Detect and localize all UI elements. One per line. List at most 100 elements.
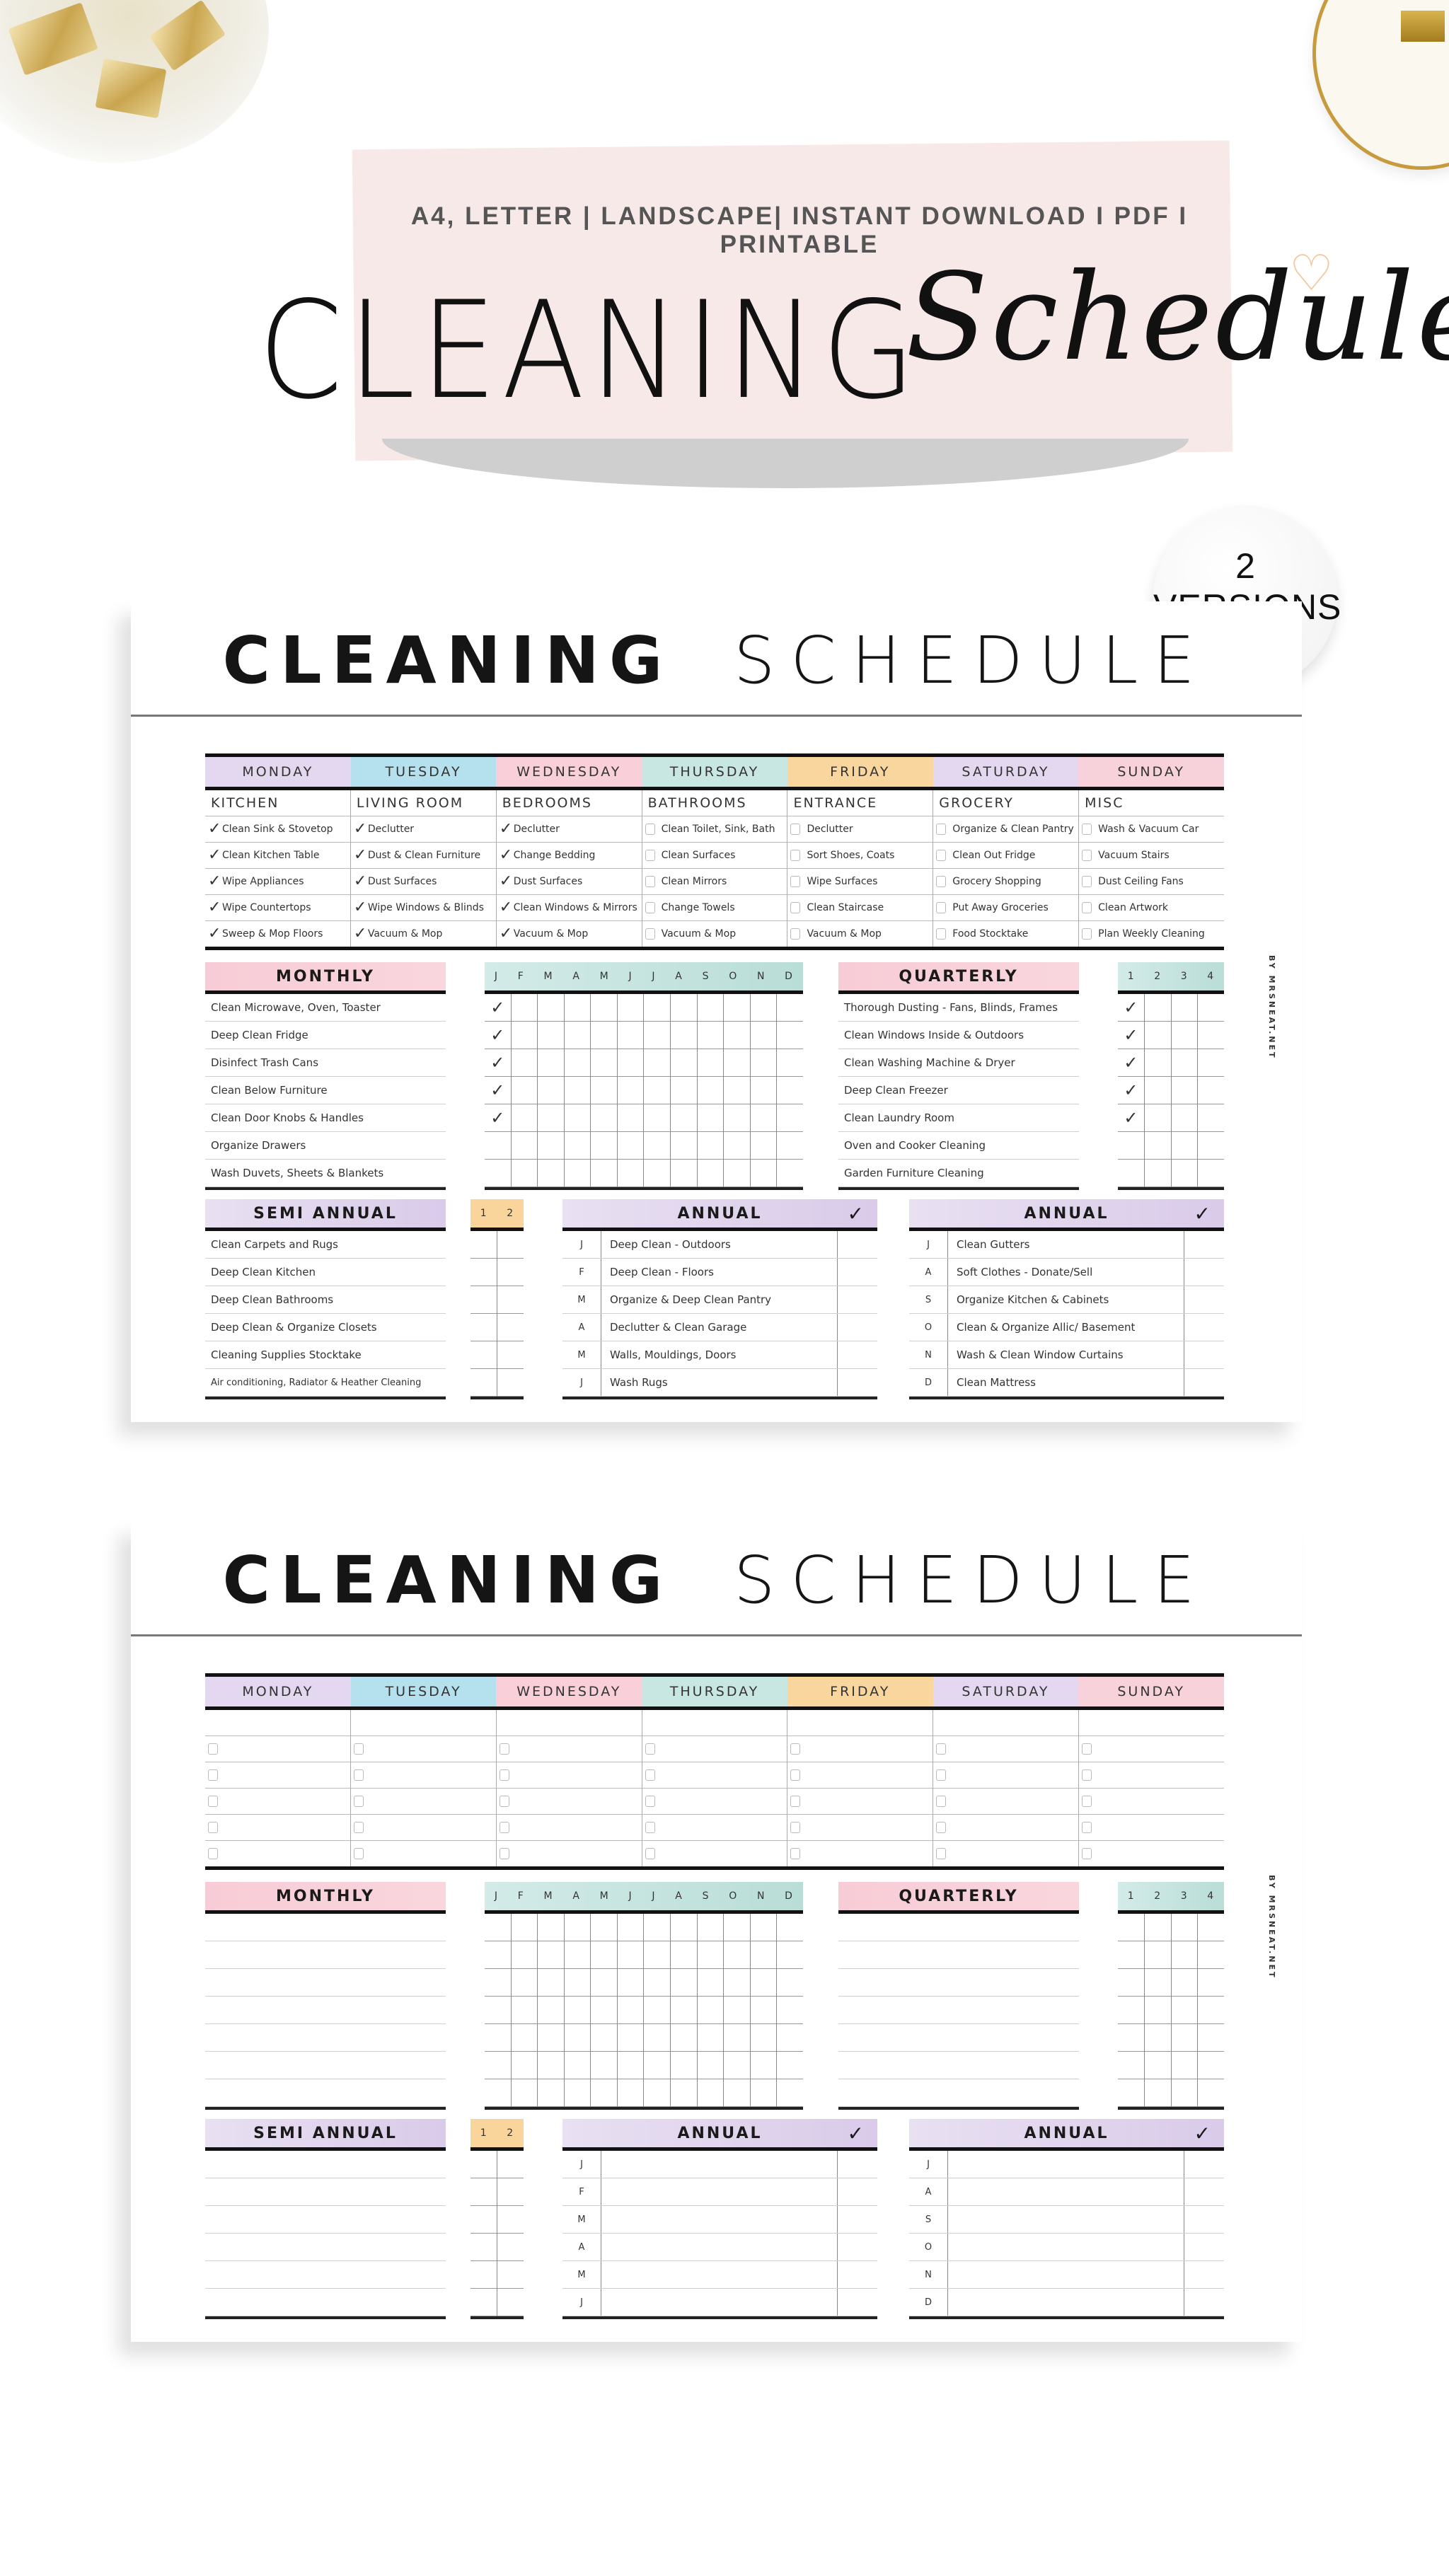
check-cell[interactable] (1144, 1997, 1171, 2024)
task-row[interactable] (933, 1762, 1079, 1789)
task-row[interactable]: Put Away Groceries (933, 895, 1079, 921)
check-cell[interactable] (671, 2024, 697, 2052)
annual-row[interactable]: J Wash Rugs (562, 1369, 877, 1397)
check-cell[interactable] (1184, 1314, 1224, 1341)
annual-row[interactable]: N Wash & Clean Window Curtains (909, 1341, 1224, 1369)
check-cell[interactable] (697, 1997, 724, 2024)
check-cell[interactable] (671, 1914, 697, 1941)
list-item[interactable]: Clean Below Furniture (205, 1077, 446, 1104)
task-row[interactable] (497, 1841, 642, 1866)
check-cell[interactable] (511, 1997, 538, 2024)
check-cell[interactable] (1198, 2024, 1224, 2052)
annual-row[interactable]: J Clean Gutters (909, 1231, 1224, 1259)
checkbox[interactable] (790, 876, 801, 887)
annual-row[interactable]: J (909, 2151, 1224, 2178)
check-cell[interactable] (564, 1969, 591, 1997)
annual-row[interactable]: J (562, 2151, 877, 2178)
check-cell[interactable] (471, 2178, 497, 2206)
task-row[interactable] (1079, 1841, 1224, 1866)
check-cell[interactable] (538, 1022, 564, 1049)
check-cell[interactable] (497, 2289, 524, 2316)
annual-row[interactable]: A Declutter & Clean Garage (562, 1314, 877, 1341)
check-cell[interactable] (1144, 1022, 1171, 1049)
checkmark-icon[interactable]: ✓ (354, 926, 366, 942)
check-cell[interactable] (471, 2261, 497, 2289)
list-item[interactable] (838, 1997, 1079, 2024)
check-cell[interactable] (1184, 1259, 1224, 1286)
checkbox[interactable] (936, 1848, 947, 1859)
checkbox[interactable] (936, 850, 947, 861)
check-cell[interactable] (671, 2052, 697, 2079)
task-row[interactable]: ✓ Clean Kitchen Table (205, 843, 350, 869)
checkbox[interactable] (936, 824, 947, 835)
check-cell[interactable] (511, 1104, 538, 1132)
check-cell[interactable] (617, 1022, 644, 1049)
check-cell[interactable] (538, 2079, 564, 2107)
check-cell[interactable] (697, 1160, 724, 1187)
check-cell[interactable] (538, 1941, 564, 1969)
check-cell[interactable] (471, 1369, 497, 1397)
annual-row[interactable]: M (562, 2261, 877, 2289)
task-row[interactable]: Vacuum & Mop (642, 921, 787, 947)
list-item[interactable]: Organize Drawers (205, 1132, 446, 1160)
task-row[interactable]: ✓ Change Bedding (496, 843, 642, 869)
check-cell[interactable] (471, 1259, 497, 1286)
check-cell[interactable] (591, 1022, 617, 1049)
check-cell[interactable] (497, 1231, 524, 1259)
annual-row[interactable]: O Clean & Organize Allic/ Basement (909, 1314, 1224, 1341)
check-cell[interactable] (838, 2261, 877, 2288)
check-cell[interactable] (511, 1969, 538, 1997)
checkbox[interactable] (645, 1796, 655, 1807)
check-cell[interactable] (617, 2052, 644, 2079)
check-cell[interactable] (538, 2052, 564, 2079)
checkmark-icon[interactable]: ✓ (500, 900, 512, 916)
check-cell[interactable] (750, 2024, 777, 2052)
check-cell[interactable] (750, 1941, 777, 1969)
checkbox[interactable] (208, 1769, 218, 1781)
check-cell[interactable] (777, 1997, 803, 2024)
checkbox[interactable] (936, 1822, 947, 1833)
task-row[interactable]: ✓ Dust Surfaces (350, 869, 496, 895)
check-cell[interactable] (617, 1077, 644, 1104)
list-item[interactable] (205, 2178, 446, 2206)
checkbox[interactable] (353, 1769, 364, 1781)
check-cell[interactable] (1144, 1132, 1171, 1160)
list-item[interactable] (205, 2024, 446, 2052)
check-cell[interactable] (697, 1077, 724, 1104)
checkbox[interactable] (208, 1796, 218, 1807)
check-cell[interactable] (511, 1160, 538, 1187)
check-cell[interactable] (564, 1160, 591, 1187)
task-row[interactable] (787, 1815, 933, 1841)
check-cell[interactable] (564, 2024, 591, 2052)
task-row[interactable] (351, 1841, 496, 1866)
check-cell[interactable] (1118, 1941, 1144, 1969)
check-cell[interactable] (838, 2234, 877, 2260)
check-cell[interactable] (497, 1341, 524, 1369)
checkbox[interactable] (353, 1822, 364, 1833)
checkbox[interactable] (353, 1848, 364, 1859)
check-cell[interactable] (671, 1160, 697, 1187)
check-cell[interactable] (838, 2178, 877, 2205)
check-cell[interactable] (1144, 1914, 1171, 1941)
checkbox[interactable] (499, 1822, 509, 1833)
check-cell[interactable] (750, 1969, 777, 1997)
check-cell[interactable] (777, 1160, 803, 1187)
list-item[interactable] (838, 1941, 1079, 1969)
task-row[interactable]: ✓ Declutter (496, 816, 642, 843)
check-cell[interactable] (644, 1104, 671, 1132)
check-cell[interactable] (724, 1941, 750, 1969)
check-cell[interactable] (511, 1022, 538, 1049)
task-row[interactable]: Wipe Surfaces (787, 869, 933, 895)
check-cell[interactable] (538, 1914, 564, 1941)
checkbox[interactable] (645, 902, 655, 913)
check-cell[interactable] (1118, 1997, 1144, 2024)
check-cell[interactable] (1118, 2079, 1144, 2107)
check-cell[interactable] (1198, 1997, 1224, 2024)
check-cell[interactable] (750, 1104, 777, 1132)
check-cell[interactable] (497, 2151, 524, 2178)
check-cell[interactable] (838, 1286, 877, 1313)
check-cell[interactable] (485, 1160, 511, 1187)
list-item[interactable]: Deep Clean Fridge (205, 1022, 446, 1049)
check-cell[interactable] (591, 1077, 617, 1104)
check-cell[interactable] (1198, 994, 1224, 1022)
